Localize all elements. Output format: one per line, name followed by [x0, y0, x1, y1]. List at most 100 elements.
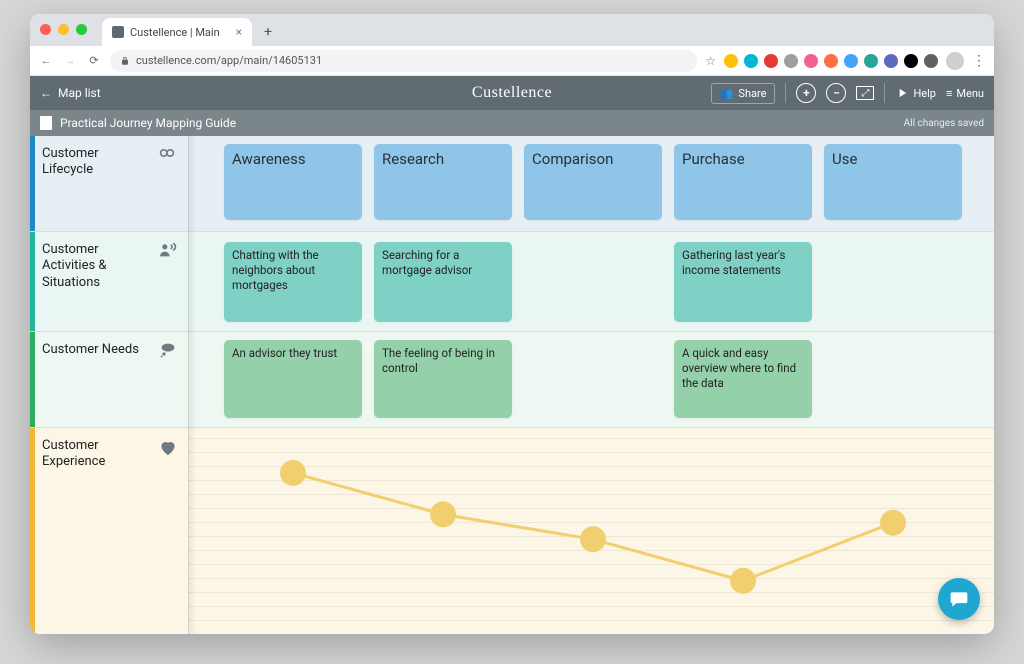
app-subheader: Practical Journey Mapping Guide All chan…: [30, 110, 994, 136]
experience-chart-area[interactable]: [188, 428, 994, 634]
stage-cards-area: Awareness Research Comparison Purchase Use: [188, 136, 994, 231]
person-voice-icon: [158, 242, 178, 263]
tab-title: Custellence | Main: [130, 26, 220, 39]
stage-card[interactable]: Use: [824, 144, 962, 220]
browser-window: Custellence | Main × + ← → ⟳ custellence…: [30, 14, 994, 634]
extension-icon[interactable]: [904, 54, 918, 68]
save-status: All changes saved: [904, 118, 984, 129]
extension-icon[interactable]: [724, 54, 738, 68]
experience-point[interactable]: [880, 510, 906, 536]
stage-card[interactable]: Comparison: [524, 144, 662, 220]
extension-icon[interactable]: [764, 54, 778, 68]
heart-icon: [158, 438, 178, 461]
share-button[interactable]: 👥 Share: [711, 83, 776, 104]
help-label: Help: [913, 87, 936, 100]
window-zoom-button[interactable]: [76, 24, 87, 35]
need-card[interactable]: The feeling of being in control: [374, 340, 512, 418]
app-header: ← Map list Custellence 👥 Share + − ⤢ Hel…: [30, 76, 994, 110]
experience-line-chart[interactable]: [188, 428, 994, 634]
fullscreen-button[interactable]: ⤢: [856, 86, 874, 100]
map-list-link[interactable]: ← Map list: [40, 86, 101, 100]
need-card[interactable]: A quick and easy overview where to find …: [674, 340, 812, 418]
lane-shadow: [188, 136, 196, 634]
extension-icon[interactable]: [924, 54, 938, 68]
stage-card[interactable]: Research: [374, 144, 512, 220]
activity-card[interactable]: Gathering last year's income statements: [674, 242, 812, 322]
stage-label: Use: [832, 150, 857, 168]
lane-label-area[interactable]: Customer Activities & Situations: [30, 232, 188, 331]
browser-toolbar: ← → ⟳ custellence.com/app/main/14605131 …: [30, 46, 994, 76]
lane-label-area[interactable]: Customer Lifecycle: [30, 136, 188, 231]
lane-label: Customer Activities & Situations: [42, 242, 152, 291]
lane-accent: [30, 428, 35, 634]
lane-accent: [30, 332, 35, 427]
extension-icon[interactable]: [784, 54, 798, 68]
experience-point[interactable]: [580, 526, 606, 552]
brand-logo: Custellence: [472, 84, 552, 102]
zoom-out-button[interactable]: −: [826, 83, 846, 103]
activity-cards-area: Chatting with the neighbors about mortga…: [188, 232, 994, 331]
experience-point[interactable]: [280, 460, 306, 486]
extension-icon[interactable]: [744, 54, 758, 68]
extension-icon[interactable]: [804, 54, 818, 68]
tab-close-button[interactable]: ×: [236, 25, 242, 39]
chat-fab[interactable]: [938, 578, 980, 620]
url-text: custellence.com/app/main/14605131: [136, 54, 322, 67]
lock-icon: [120, 56, 130, 66]
new-tab-button[interactable]: +: [258, 22, 278, 42]
lane-accent: [30, 232, 35, 331]
journey-canvas[interactable]: Customer Lifecycle Awareness Research Comp…: [30, 136, 994, 634]
chat-icon: [949, 589, 969, 609]
favicon-icon: [112, 26, 124, 38]
browser-tab[interactable]: Custellence | Main ×: [102, 18, 252, 46]
arrow-left-icon: ←: [40, 86, 52, 100]
extension-icon[interactable]: [844, 54, 858, 68]
stage-label: Research: [382, 150, 444, 168]
needs-cards-area: An advisor they trustThe feeling of bein…: [188, 332, 994, 427]
lane-label: Customer Needs: [42, 342, 139, 358]
infinity-icon: [156, 146, 178, 165]
help-button[interactable]: Help: [895, 86, 936, 100]
lane-accent: [30, 136, 35, 231]
stage-label: Purchase: [682, 150, 745, 168]
lane-label: Customer Experience: [42, 438, 152, 471]
back-button[interactable]: ←: [38, 54, 54, 67]
window-minimize-button[interactable]: [58, 24, 69, 35]
stage-card[interactable]: Purchase: [674, 144, 812, 220]
lane-lifecycle: Customer Lifecycle Awareness Research Comp…: [30, 136, 994, 232]
forward-button[interactable]: →: [62, 54, 78, 67]
extension-icon[interactable]: [884, 54, 898, 68]
profile-avatar[interactable]: [946, 52, 964, 70]
chrome-menu-button[interactable]: ⋮: [972, 53, 986, 69]
menu-button[interactable]: ≡ Menu: [946, 87, 984, 100]
share-label: Share: [738, 87, 766, 100]
zoom-in-button[interactable]: +: [796, 83, 816, 103]
menu-label: Menu: [956, 87, 984, 100]
extension-icon[interactable]: [824, 54, 838, 68]
lane-activities: Customer Activities & Situations Chattin…: [30, 232, 994, 332]
lane-label-area[interactable]: Customer Needs: [30, 332, 188, 427]
lane-needs: Customer Needs An advisor they trustThe …: [30, 332, 994, 428]
window-controls: [40, 24, 87, 35]
experience-point[interactable]: [730, 568, 756, 594]
activity-card[interactable]: Chatting with the neighbors about mortga…: [224, 242, 362, 322]
map-title[interactable]: Practical Journey Mapping Guide: [60, 116, 236, 130]
map-list-label: Map list: [58, 86, 101, 100]
stage-card[interactable]: Awareness: [224, 144, 362, 220]
share-icon: 👥: [720, 87, 734, 100]
address-bar[interactable]: custellence.com/app/main/14605131: [110, 50, 697, 72]
play-icon: [895, 86, 909, 100]
extension-icons: [724, 54, 938, 68]
reload-button[interactable]: ⟳: [86, 54, 102, 67]
bookmark-button[interactable]: ☆: [705, 54, 716, 68]
window-close-button[interactable]: [40, 24, 51, 35]
separator: [884, 83, 885, 103]
lane-label-area[interactable]: Customer Experience: [30, 428, 188, 634]
activity-card[interactable]: Searching for a mortgage advisor: [374, 242, 512, 322]
experience-point[interactable]: [430, 501, 456, 527]
thought-icon: [158, 342, 178, 363]
need-card[interactable]: An advisor they trust: [224, 340, 362, 418]
document-icon: [40, 116, 52, 130]
extension-icon[interactable]: [864, 54, 878, 68]
lane-experience: Customer Experience: [30, 428, 994, 634]
